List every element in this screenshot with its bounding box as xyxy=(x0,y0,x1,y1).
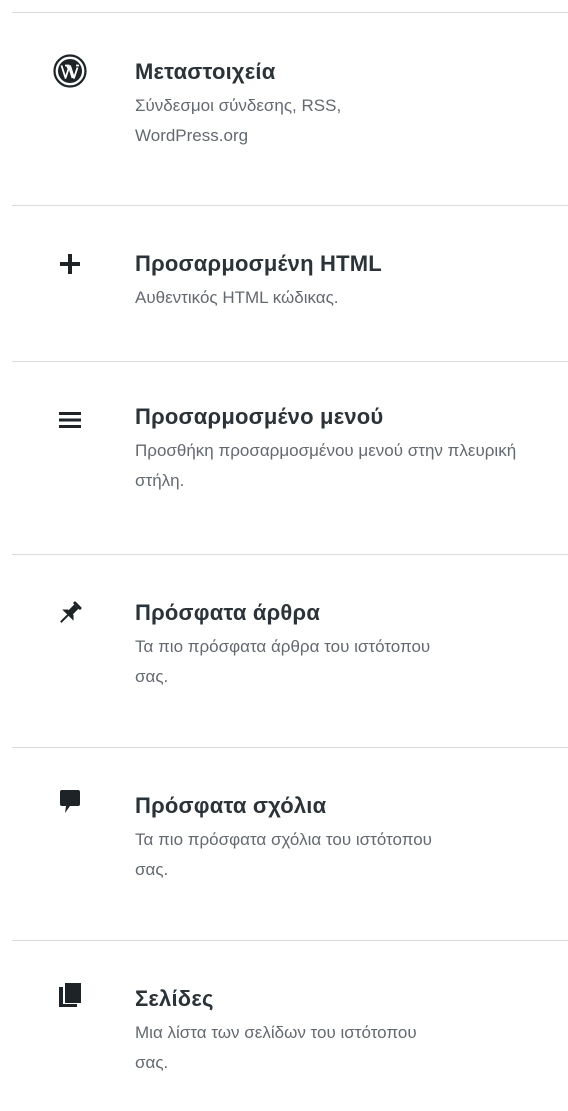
pin-icon xyxy=(52,595,88,631)
widget-description: Σύνδεσμοι σύνδεσης, RSS, WordPress.org xyxy=(135,96,342,145)
widget-title: Μεταστοιχεία xyxy=(135,59,276,84)
menu-icon xyxy=(52,402,88,438)
widget-description: Προσθήκη προσαρμοσμένου μενού στην πλευρ… xyxy=(135,441,517,490)
widget-description: Μια λίστα των σελίδων του ιστότοπου σας. xyxy=(135,1023,417,1072)
widget-title: Πρόσφατα σχόλια xyxy=(135,793,327,818)
comment-icon xyxy=(52,784,88,820)
widget-list: Μεταστοιχεία Σύνδεσμοι σύνδεσης, RSS, Wo… xyxy=(0,13,568,1111)
widget-title: Σελίδες xyxy=(135,986,214,1011)
widget-title: Προσαρμοσμένη HTML xyxy=(135,251,382,276)
widget-item-custom-html[interactable]: Προσαρμοσμένη HTML Αυθεντικός HTML κώδικ… xyxy=(12,206,568,362)
widget-item-meta[interactable]: Μεταστοιχεία Σύνδεσμοι σύνδεσης, RSS, Wo… xyxy=(12,13,568,206)
widget-description: Αυθεντικός HTML κώδικας. xyxy=(135,288,339,307)
pages-icon xyxy=(52,977,88,1013)
widget-description: Τα πιο πρόσφατα άρθρα του ιστότοπου σας. xyxy=(135,637,431,686)
plus-icon xyxy=(52,246,88,282)
widget-description: Τα πιο πρόσφατα σχόλια του ιστότοπου σας… xyxy=(135,830,432,879)
wordpress-icon xyxy=(52,53,88,89)
widget-item-pages[interactable]: Σελίδες Μια λίστα των σελίδων του ιστότο… xyxy=(12,941,568,1111)
widget-item-custom-menu[interactable]: Προσαρμοσμένο μενού Προσθήκη προσαρμοσμέ… xyxy=(12,362,568,555)
widget-item-recent-comments[interactable]: Πρόσφατα σχόλια Τα πιο πρόσφατα σχόλια τ… xyxy=(12,748,568,941)
widget-title: Πρόσφατα άρθρα xyxy=(135,600,321,625)
widget-title: Προσαρμοσμένο μενού xyxy=(135,404,384,429)
widget-item-recent-posts[interactable]: Πρόσφατα άρθρα Τα πιο πρόσφατα άρθρα του… xyxy=(12,555,568,748)
